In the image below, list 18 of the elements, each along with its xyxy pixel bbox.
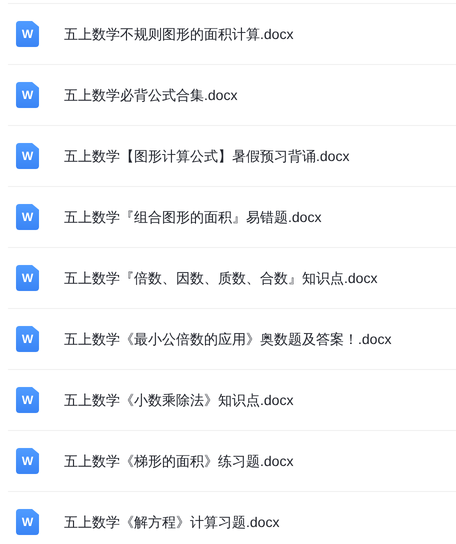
- word-file-icon: W: [16, 387, 39, 413]
- file-name[interactable]: 五上数学【图形计算公式】暑假预习背诵.docx: [64, 146, 350, 166]
- file-name[interactable]: 五上数学必背公式合集.docx: [64, 84, 238, 106]
- file-name[interactable]: 五上数学《梯形的面积》练习题.docx: [64, 450, 294, 472]
- word-file-icon: W: [16, 326, 39, 352]
- word-file-icon: W: [16, 143, 39, 169]
- word-file-icon: W: [16, 509, 39, 535]
- file-name[interactable]: 五上数学《最小公倍数的应用》奥数题及答案！.docx: [64, 328, 392, 350]
- word-file-icon: W: [16, 21, 39, 47]
- file-name[interactable]: 五上数学不规则图形的面积计算.docx: [64, 24, 294, 44]
- word-file-icon: W: [16, 204, 39, 230]
- word-file-icon: W: [16, 82, 39, 108]
- word-file-icon: W: [16, 265, 39, 291]
- word-file-icon: W: [16, 448, 39, 474]
- file-name[interactable]: 五上数学《小数乘除法》知识点.docx: [64, 390, 294, 410]
- file-name[interactable]: 五上数学『倍数、因数、质数、合数』知识点.docx: [64, 268, 378, 288]
- file-name[interactable]: 五上数学《解方程》计算习题.docx: [64, 512, 280, 532]
- file-name[interactable]: 五上数学『组合图形的面积』易错题.docx: [64, 206, 322, 228]
